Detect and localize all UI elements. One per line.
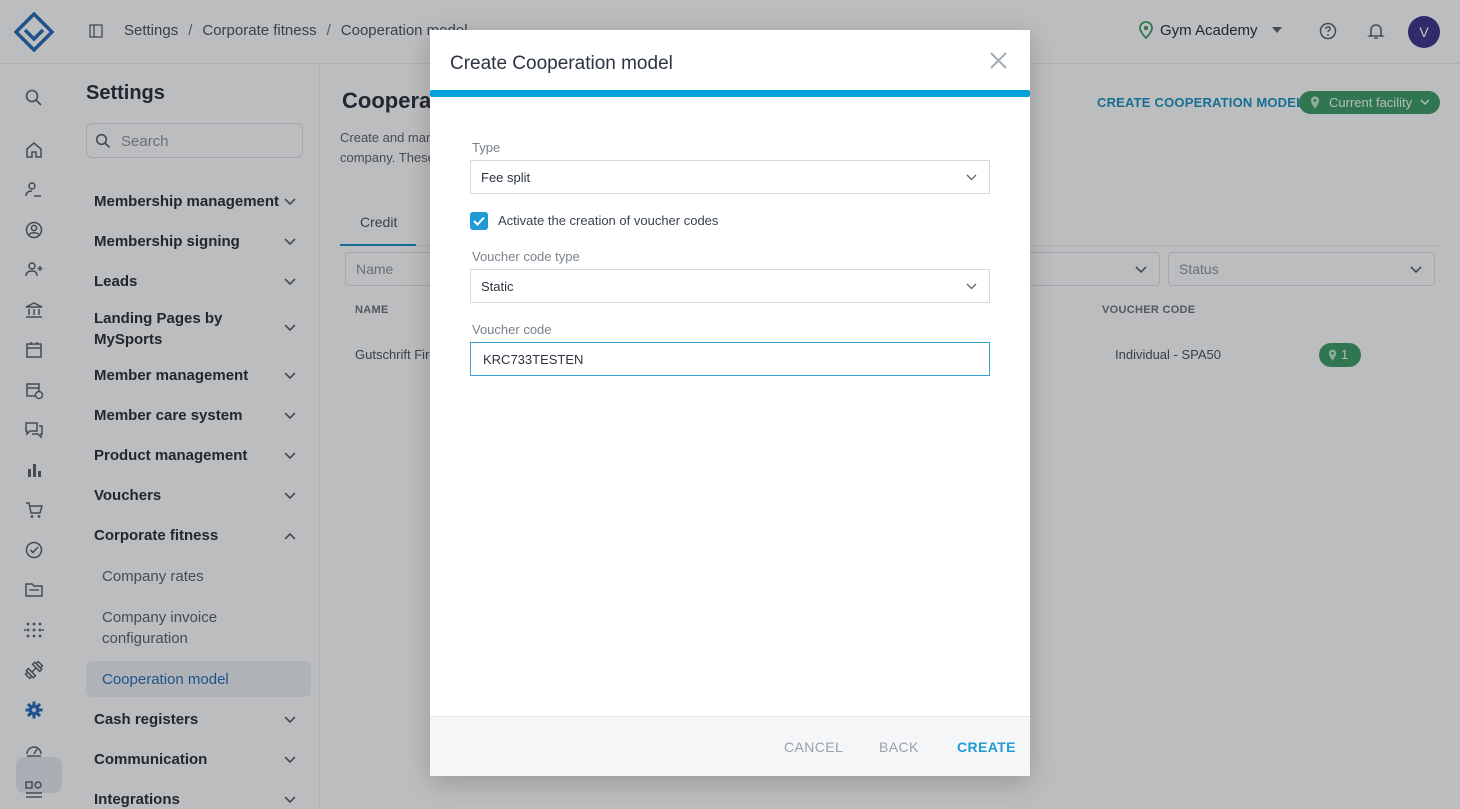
activate-voucher-codes-checkbox[interactable] bbox=[470, 212, 488, 230]
type-label: Type bbox=[472, 140, 501, 155]
modal-title: Create Cooperation model bbox=[450, 53, 673, 74]
chevron-down-icon bbox=[966, 174, 977, 181]
close-icon[interactable] bbox=[989, 51, 1008, 70]
checkmark-icon bbox=[473, 216, 485, 226]
voucher-code-type-select[interactable]: Static bbox=[470, 269, 990, 303]
activate-voucher-codes-label[interactable]: Activate the creation of voucher codes bbox=[498, 213, 718, 228]
type-select[interactable]: Fee split bbox=[470, 160, 990, 194]
create-cooperation-modal: Create Cooperation model Type Fee split … bbox=[430, 30, 1030, 776]
voucher-code-type-value: Static bbox=[481, 279, 514, 294]
voucher-code-type-label: Voucher code type bbox=[472, 249, 580, 264]
modal-progress-bar bbox=[430, 90, 1030, 97]
create-button[interactable]: CREATE bbox=[957, 739, 1016, 755]
type-value: Fee split bbox=[481, 170, 531, 185]
chevron-down-icon bbox=[966, 283, 977, 290]
modal-footer: CANCEL BACK CREATE bbox=[430, 716, 1030, 776]
cancel-button[interactable]: CANCEL bbox=[784, 739, 843, 755]
voucher-code-label: Voucher code bbox=[472, 322, 552, 337]
voucher-code-input[interactable]: KRC733TESTEN bbox=[470, 342, 990, 376]
back-button[interactable]: BACK bbox=[879, 739, 919, 755]
